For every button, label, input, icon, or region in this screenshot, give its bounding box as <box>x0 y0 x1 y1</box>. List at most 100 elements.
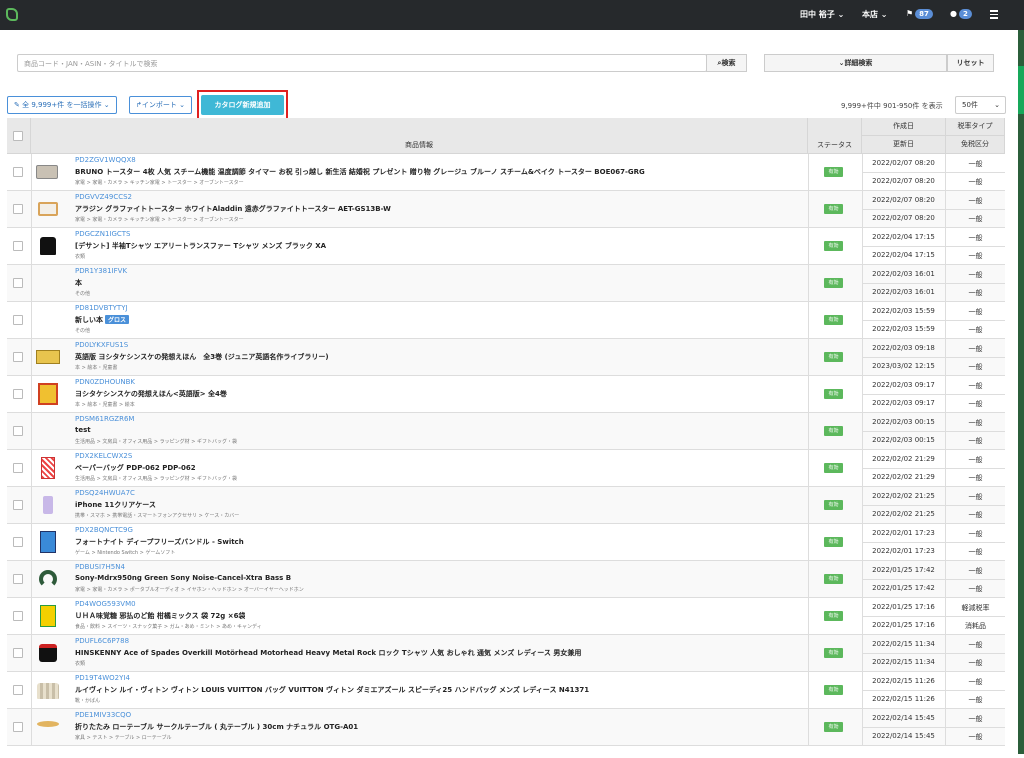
select-all-checkbox[interactable] <box>13 131 23 141</box>
product-code-link[interactable]: PDGCZN1IGCTS <box>75 230 131 238</box>
header-updated[interactable]: 更新日 <box>862 136 946 154</box>
product-code-link[interactable]: PD4WOG593VM0 <box>75 600 136 608</box>
row-checkbox[interactable] <box>13 500 23 510</box>
product-title: test <box>75 426 91 434</box>
product-code-link[interactable]: PDX2BQNCTC9G <box>75 526 133 534</box>
row-checkbox[interactable] <box>13 241 23 251</box>
app-logo-icon[interactable] <box>6 8 18 21</box>
created-date: 2022/02/15 11:34 <box>872 640 935 648</box>
excise-type: 一般 <box>968 363 983 371</box>
table-row[interactable]: PDGVVZ49CCS2 アラジン グラファイトトースター ホワイトAladdin… <box>7 191 1005 228</box>
product-title: 本 <box>75 279 82 287</box>
row-checkbox[interactable] <box>13 463 23 473</box>
product-code-link[interactable]: PDN0ZDHOUNBK <box>75 378 135 386</box>
row-checkbox[interactable] <box>13 352 23 362</box>
search-button[interactable]: ⌕検索 <box>706 54 747 72</box>
product-code-link[interactable]: PDX2KELCWX2S <box>75 452 132 460</box>
row-checkbox[interactable] <box>13 537 23 547</box>
advanced-search-button[interactable]: ⌄詳細検索 <box>764 54 947 72</box>
reset-button[interactable]: リセット <box>947 54 994 72</box>
table-row[interactable]: PD4WOG593VM0 ＵＨＡ味覚糖 邪払のど飴 柑橘ミックス 袋 72g ×6… <box>7 598 1005 635</box>
user-menu[interactable]: 田中 裕子 ⌄ <box>800 9 844 20</box>
product-title: iPhone 11クリアケース <box>75 501 156 509</box>
row-checkbox[interactable] <box>13 389 23 399</box>
row-checkbox[interactable] <box>13 685 23 695</box>
excise-type: 一般 <box>968 400 983 408</box>
product-code-link[interactable]: PDE1MIV33CQO <box>75 711 131 719</box>
product-code-link[interactable]: PDR1Y381IFVK <box>75 267 127 275</box>
created-date: 2022/02/02 21:29 <box>872 455 935 463</box>
row-checkbox[interactable] <box>13 315 23 325</box>
updated-date: 2022/02/07 08:20 <box>872 214 935 222</box>
created-date: 2022/01/25 17:16 <box>872 603 935 611</box>
table-row[interactable]: PD19T4WO2YI4 ルイヴィトン ルイ・ヴィトン ヴィトン LOUIS VU… <box>7 672 1005 709</box>
product-title: 折りたたみ ローテーブル サークルテーブル ( 丸テーブル ) 30cm ナチュ… <box>75 723 359 731</box>
row-checkbox[interactable] <box>13 648 23 658</box>
header-product: 商品情報 <box>31 118 808 154</box>
chevron-down-icon: ⌄ <box>880 10 888 19</box>
row-checkbox[interactable] <box>13 167 23 177</box>
notifications-button[interactable]: ⚑ 87 <box>906 9 933 19</box>
import-button[interactable]: ↱インポート ⌄ <box>129 96 192 114</box>
product-code-link[interactable]: PDBUSI7H5N4 <box>75 563 125 571</box>
product-code-link[interactable]: PD2ZGV1WQQX8 <box>75 156 136 164</box>
tax-type: 一般 <box>968 308 983 316</box>
product-code-link[interactable]: PD0LYKXFUS1S <box>75 341 128 349</box>
excise-type: 一般 <box>968 511 983 519</box>
row-checkbox[interactable] <box>13 611 23 621</box>
search-input[interactable]: 商品コード・JAN・ASIN・タイトルで検索 <box>17 54 707 72</box>
excise-type: 一般 <box>968 252 983 260</box>
product-code-link[interactable]: PDSM61RGZR6M <box>75 415 134 423</box>
row-checkbox[interactable] <box>13 574 23 584</box>
table-row[interactable]: PDN0ZDHOUNBK ヨシタケシンスケの発想えほん<英語版> 全4巻本 > 絵… <box>7 376 1005 413</box>
messages-button[interactable]: ● 2 <box>950 9 972 19</box>
product-thumbnail <box>36 715 60 739</box>
table-row[interactable]: PD2ZGV1WQQX8 BRUNO トースター 4枚 人気 スチーム機能 温度調… <box>7 154 1005 191</box>
product-code-link[interactable]: PDGVVZ49CCS2 <box>75 193 132 201</box>
product-category: 衣類 <box>75 254 86 260</box>
row-checkbox[interactable] <box>13 204 23 214</box>
header-created[interactable]: 作成日 <box>862 118 946 136</box>
table-row[interactable]: PDBUSI7H5N4 Sony-Mdrx950ng Green Sony Noi… <box>7 561 1005 598</box>
updated-date: 2022/01/25 17:16 <box>872 621 935 629</box>
store-menu[interactable]: 本店 ⌄ <box>862 9 888 20</box>
table-row[interactable]: PDE1MIV33CQO 折りたたみ ローテーブル サークルテーブル ( 丸テーブ… <box>7 709 1005 746</box>
created-date: 2022/02/14 15:45 <box>872 714 935 722</box>
table-row[interactable]: PDSQ24HWUA7C iPhone 11クリアケース 携帯・スマホ > 携帯電話… <box>7 487 1005 524</box>
product-title: フォートナイト ディープフリーズバンドル - Switch <box>75 538 244 546</box>
updated-date: 2022/02/04 17:15 <box>872 251 935 259</box>
status-badge: 有効 <box>824 278 843 288</box>
tax-type: 一般 <box>968 160 983 168</box>
table-row[interactable]: PDX2BQNCTC9G フォートナイト ディープフリーズバンドル - Switc… <box>7 524 1005 561</box>
per-page-select[interactable]: 50件 ⌄ <box>955 96 1006 114</box>
product-code-link[interactable]: PD19T4WO2YI4 <box>75 674 130 682</box>
product-category: 靴・かばん <box>75 698 101 704</box>
status-badge: 有効 <box>824 537 843 547</box>
product-thumbnail <box>36 641 60 665</box>
table-row[interactable]: PD0LYKXFUS1S 英語版 ヨシタケシンスケの発想えほん 全3巻 (ジュニア… <box>7 339 1005 376</box>
table-row[interactable]: PDGCZN1IGCTS [デサント] 半袖Tシャツ エアリートランスファー Tシ… <box>7 228 1005 265</box>
product-title: 英語版 ヨシタケシンスケの発想えほん 全3巻 (ジュニア英語名作ライブラリー) <box>75 353 329 361</box>
row-checkbox[interactable] <box>13 278 23 288</box>
tax-type: 一般 <box>968 715 983 723</box>
product-category: 生活用品 > 文房具・オフィス用品 > ラッピング材 > ギフトバッグ・袋 <box>75 476 238 482</box>
table-row[interactable]: PDX2KELCWX2S ペーパーバッグ PDP-062 PDP-062 生活用品 … <box>7 450 1005 487</box>
paging-info: 9,999+件中 901-950件 を表示 <box>841 102 943 110</box>
product-code-link[interactable]: PDSQ24HWUA7C <box>75 489 135 497</box>
hamburger-menu-icon[interactable] <box>990 10 998 21</box>
table-row[interactable]: PDR1Y381IFVK 本その他 有効 2022/02/03 16:01 2022/0… <box>7 265 1005 302</box>
product-category: ゲーム > Nintendo Switch > ゲームソフト <box>75 550 176 556</box>
tax-type: 一般 <box>968 197 983 205</box>
table-row[interactable]: PDSM61RGZR6M test 生活用品 > 文房具・オフィス用品 > ラッピン… <box>7 413 1005 450</box>
product-code-link[interactable]: PD81DVBTYTYJ <box>75 304 128 312</box>
edit-icon: ✎ <box>14 101 20 109</box>
product-table: 商品情報 ステータス 作成日 更新日 税率タイプ 免税区分 PD2ZGV1WQQ… <box>7 118 1005 758</box>
bulk-action-button[interactable]: ✎ 全 9,999+件 を一括操作 ⌄ <box>7 96 117 114</box>
row-checkbox[interactable] <box>13 426 23 436</box>
product-thumbnail <box>36 419 60 443</box>
table-row[interactable]: PDUFL6C6P788 HINSKENNY Ace of Spades Over… <box>7 635 1005 672</box>
product-category: 家具 > テスト > テーブル > ローテーブル <box>75 735 172 741</box>
row-checkbox[interactable] <box>13 722 23 732</box>
product-code-link[interactable]: PDUFL6C6P788 <box>75 637 129 645</box>
table-row[interactable]: PD81DVBTYTYJ 新しい本 グロス その他 有効 2022/02/03 15:59… <box>7 302 1005 339</box>
